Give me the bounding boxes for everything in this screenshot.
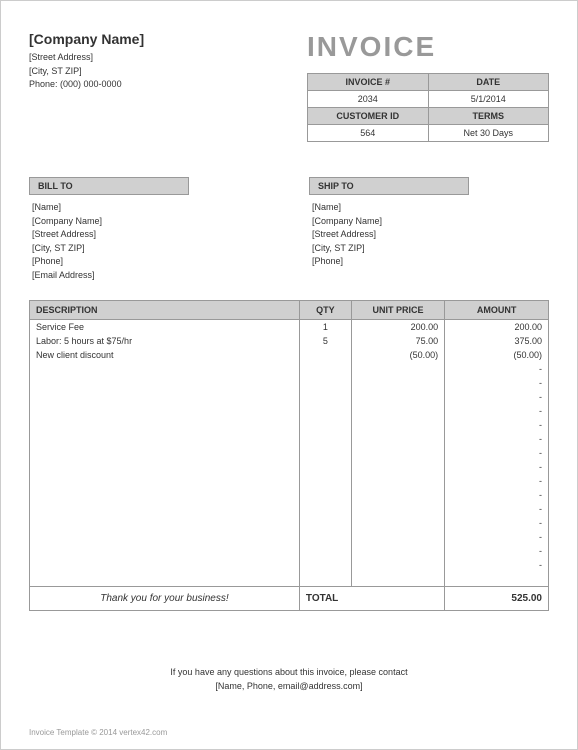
line-item: [30, 572, 549, 587]
ship-to-name: [Name]: [312, 201, 549, 215]
line-item: -: [30, 474, 549, 488]
total-label: TOTAL: [299, 587, 444, 611]
total-row: Thank you for your business! TOTAL 525.0…: [30, 587, 549, 611]
company-street: [Street Address]: [29, 51, 307, 65]
company-phone: Phone: (000) 000-0000: [29, 78, 307, 92]
line-item: -: [30, 362, 549, 376]
ship-to-company: [Company Name]: [312, 215, 549, 229]
bill-to-phone: [Phone]: [32, 255, 269, 269]
ship-to-header: SHIP TO: [309, 177, 469, 195]
company-name: [Company Name]: [29, 31, 307, 47]
line-item: -: [30, 390, 549, 404]
line-items-table: DESCRIPTION QTY UNIT PRICE AMOUNT Servic…: [29, 300, 549, 611]
line-item: -: [30, 530, 549, 544]
line-item: -: [30, 446, 549, 460]
copyright: Invoice Template © 2014 vertex42.com: [29, 728, 167, 737]
col-qty: QTY: [299, 301, 351, 320]
customer-id-value: 564: [308, 125, 429, 142]
bill-to-header: BILL TO: [29, 177, 189, 195]
col-amount: AMOUNT: [445, 301, 549, 320]
terms-label: TERMS: [428, 108, 549, 125]
line-item: Labor: 5 hours at $75/hr 5 75.00 375.00: [30, 334, 549, 348]
footer-line1: If you have any questions about this inv…: [29, 666, 549, 680]
bill-to-name: [Name]: [32, 201, 269, 215]
invoice-meta-table: INVOICE # DATE 2034 5/1/2014 CUSTOMER ID…: [307, 73, 549, 142]
col-description: DESCRIPTION: [30, 301, 300, 320]
ship-to-phone: [Phone]: [312, 255, 549, 269]
line-item: -: [30, 502, 549, 516]
ship-to-city: [City, ST ZIP]: [312, 242, 549, 256]
ship-to-block: SHIP TO [Name] [Company Name] [Street Ad…: [309, 177, 549, 282]
total-value: 525.00: [445, 587, 549, 611]
thank-you-text: Thank you for your business!: [30, 587, 300, 611]
line-item: -: [30, 376, 549, 390]
bill-to-street: [Street Address]: [32, 228, 269, 242]
terms-value: Net 30 Days: [428, 125, 549, 142]
bill-to-city: [City, ST ZIP]: [32, 242, 269, 256]
col-unit-price: UNIT PRICE: [351, 301, 444, 320]
customer-id-label: CUSTOMER ID: [308, 108, 429, 125]
line-item: -: [30, 418, 549, 432]
invoice-no-label: INVOICE #: [308, 74, 429, 91]
line-item: -: [30, 404, 549, 418]
line-item: -: [30, 432, 549, 446]
ship-to-street: [Street Address]: [312, 228, 549, 242]
invoice-title: INVOICE: [307, 31, 549, 63]
company-city: [City, ST ZIP]: [29, 65, 307, 79]
bill-to-block: BILL TO [Name] [Company Name] [Street Ad…: [29, 177, 269, 282]
line-item: -: [30, 488, 549, 502]
line-item: New client discount (50.00) (50.00): [30, 348, 549, 362]
bill-to-company: [Company Name]: [32, 215, 269, 229]
footer-line2: [Name, Phone, email@address.com]: [29, 680, 549, 694]
line-item: -: [30, 544, 549, 558]
company-block: [Company Name] [Street Address] [City, S…: [29, 31, 307, 92]
date-value: 5/1/2014: [428, 91, 549, 108]
line-item: -: [30, 516, 549, 530]
footer-note: If you have any questions about this inv…: [29, 666, 549, 693]
bill-to-email: [Email Address]: [32, 269, 269, 283]
line-item: -: [30, 460, 549, 474]
line-item: Service Fee 1 200.00 200.00: [30, 320, 549, 335]
invoice-no-value: 2034: [308, 91, 429, 108]
date-label: DATE: [428, 74, 549, 91]
line-item: -: [30, 558, 549, 572]
